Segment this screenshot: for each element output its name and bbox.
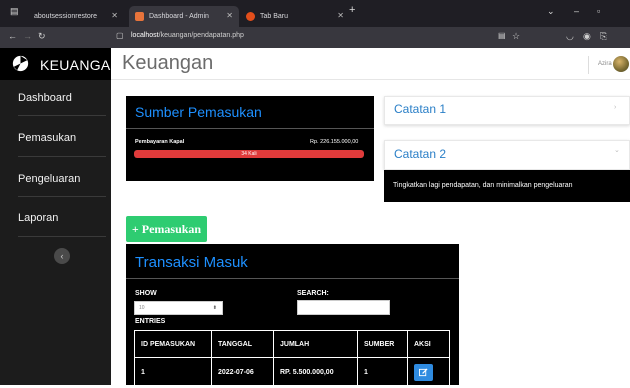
chevron-left-icon: ‹ <box>60 251 64 261</box>
chevron-down-icon[interactable]: ⌄ <box>614 146 620 154</box>
restore-icon[interactable]: ▫ <box>597 6 600 16</box>
back-icon[interactable]: ← <box>8 31 17 41</box>
account-icon[interactable]: ◉ <box>583 31 591 42</box>
income-sources-title: Sumber Pemasukan <box>135 104 262 120</box>
forward-icon[interactable]: → <box>23 31 32 41</box>
sidebar-divider <box>18 236 106 237</box>
transactions-title: Transaksi Masuk <box>135 254 248 271</box>
cell-amount: RP. 5.500.000,00 <box>273 357 358 388</box>
cell-date: 2022-07-06 <box>211 357 274 388</box>
shield-icon[interactable]: ▢ <box>116 31 124 40</box>
search-label: SEARCH: <box>297 290 329 297</box>
url-path: /keuangan/pendapatan.php <box>158 32 244 39</box>
column-header[interactable]: ID PEMASUKAN <box>134 330 212 358</box>
sidebar-divider <box>18 196 106 197</box>
url-host: localhost <box>131 32 159 39</box>
column-header[interactable]: JUMLAH <box>273 330 358 358</box>
entries-select[interactable]: 10 ⬍ <box>134 301 223 315</box>
avatar[interactable] <box>613 56 629 72</box>
sidebar-item-pemasukan[interactable]: Pemasukan <box>0 118 111 158</box>
edit-icon <box>419 368 428 377</box>
extensions-icon[interactable]: ⎘ <box>600 31 607 42</box>
address-bar[interactable]: localhost/keuangan/pendapatan.php <box>131 32 244 39</box>
sidebar-item-label: Pengeluaran <box>18 173 81 185</box>
user-name[interactable]: Azira <box>598 61 612 67</box>
header-divider <box>588 56 589 74</box>
note-title-1[interactable]: Catatan 1 <box>394 102 446 116</box>
bookmark-star-icon[interactable]: ☆ <box>512 31 520 42</box>
search-input[interactable] <box>297 300 390 315</box>
tab-label: Tab Baru <box>260 13 289 20</box>
firefox-icon <box>246 12 255 21</box>
add-income-button[interactable]: + Pemasukan <box>126 216 207 242</box>
close-icon[interactable]: ✕ <box>111 11 118 20</box>
cell-source: 1 <box>357 357 408 388</box>
browser-tab-new[interactable]: Tab Baru ✕ <box>240 6 350 27</box>
cell-id: 1 <box>134 357 212 388</box>
column-header[interactable]: TANGGAL <box>211 330 274 358</box>
logo-icon <box>12 55 29 72</box>
entries-label: ENTRIES <box>135 318 166 325</box>
sidebar-collapse-button[interactable]: ‹ <box>54 248 70 264</box>
tab-list-icon[interactable]: ▤ <box>10 6 19 17</box>
sidebar-divider <box>18 115 106 116</box>
sidebar-item-label: Laporan <box>18 212 59 224</box>
entries-select-value: 10 <box>139 305 145 311</box>
cell-action <box>407 357 450 388</box>
select-caret-icon: ⬍ <box>212 305 217 311</box>
brand-name[interactable]: KEUANGAN <box>40 57 121 73</box>
chevron-right-icon[interactable]: › <box>614 104 616 111</box>
browser-tab-session[interactable]: aboutsessionrestore ✕ <box>28 6 124 27</box>
minimize-icon[interactable]: – <box>574 6 579 16</box>
close-icon[interactable]: ✕ <box>337 11 344 20</box>
favicon-icon <box>135 12 144 21</box>
income-count-text: 34 Kali <box>241 151 257 157</box>
browser-nav-bar: ← → ↻ ▢ localhost/keuangan/pendapatan.ph… <box>0 27 630 48</box>
tab-overflow-icon[interactable]: ⌄ <box>547 6 555 17</box>
column-header[interactable]: SUMBER <box>357 330 408 358</box>
reload-icon[interactable]: ↻ <box>38 31 46 42</box>
income-source-amount: Rp. 226.155.000,00 <box>310 139 359 145</box>
tab-label: aboutsessionrestore <box>34 13 98 20</box>
card-divider <box>126 128 374 129</box>
sidebar-item-label: Dashboard <box>18 92 72 104</box>
browser-tab-bar: ▤ aboutsessionrestore ✕ Dashboard - Admi… <box>0 0 630 27</box>
sidebar-item-label: Pemasukan <box>18 132 77 144</box>
note-body-text: Tingkatkan lagi pendapatan, dan minimalk… <box>393 182 573 189</box>
income-source-label: Pembayaran Kapal <box>135 139 185 145</box>
show-label: SHOW <box>135 290 157 297</box>
new-tab-button[interactable]: + <box>349 4 355 16</box>
sidebar-divider <box>18 156 106 157</box>
tab-label: Dashboard - Admin <box>149 13 209 20</box>
sidebar-item-laporan[interactable]: Laporan <box>0 198 111 238</box>
card-divider <box>126 278 459 279</box>
close-icon[interactable]: ✕ <box>226 11 233 20</box>
note-title-2[interactable]: Catatan 2 <box>394 147 446 161</box>
column-header[interactable]: AKSI <box>407 330 450 358</box>
pocket-icon[interactable]: ◡ <box>566 31 574 42</box>
table-header-row: ID PEMASUKAN TANGGAL JUMLAH SUMBER AKSI <box>134 330 450 358</box>
transactions-table: ID PEMASUKAN TANGGAL JUMLAH SUMBER AKSI … <box>134 330 450 388</box>
sidebar-item-dashboard[interactable]: Dashboard <box>0 78 111 118</box>
sidebar-item-pengeluaran[interactable]: Pengeluaran <box>0 159 111 199</box>
page-title: Keuangan <box>122 52 214 74</box>
table-row: 1 2022-07-06 RP. 5.500.000,00 1 <box>134 357 450 388</box>
edit-button[interactable] <box>414 364 433 381</box>
browser-tab-dashboard[interactable]: Dashboard - Admin ✕ <box>129 6 239 27</box>
reader-icon[interactable]: ▤ <box>498 31 506 40</box>
